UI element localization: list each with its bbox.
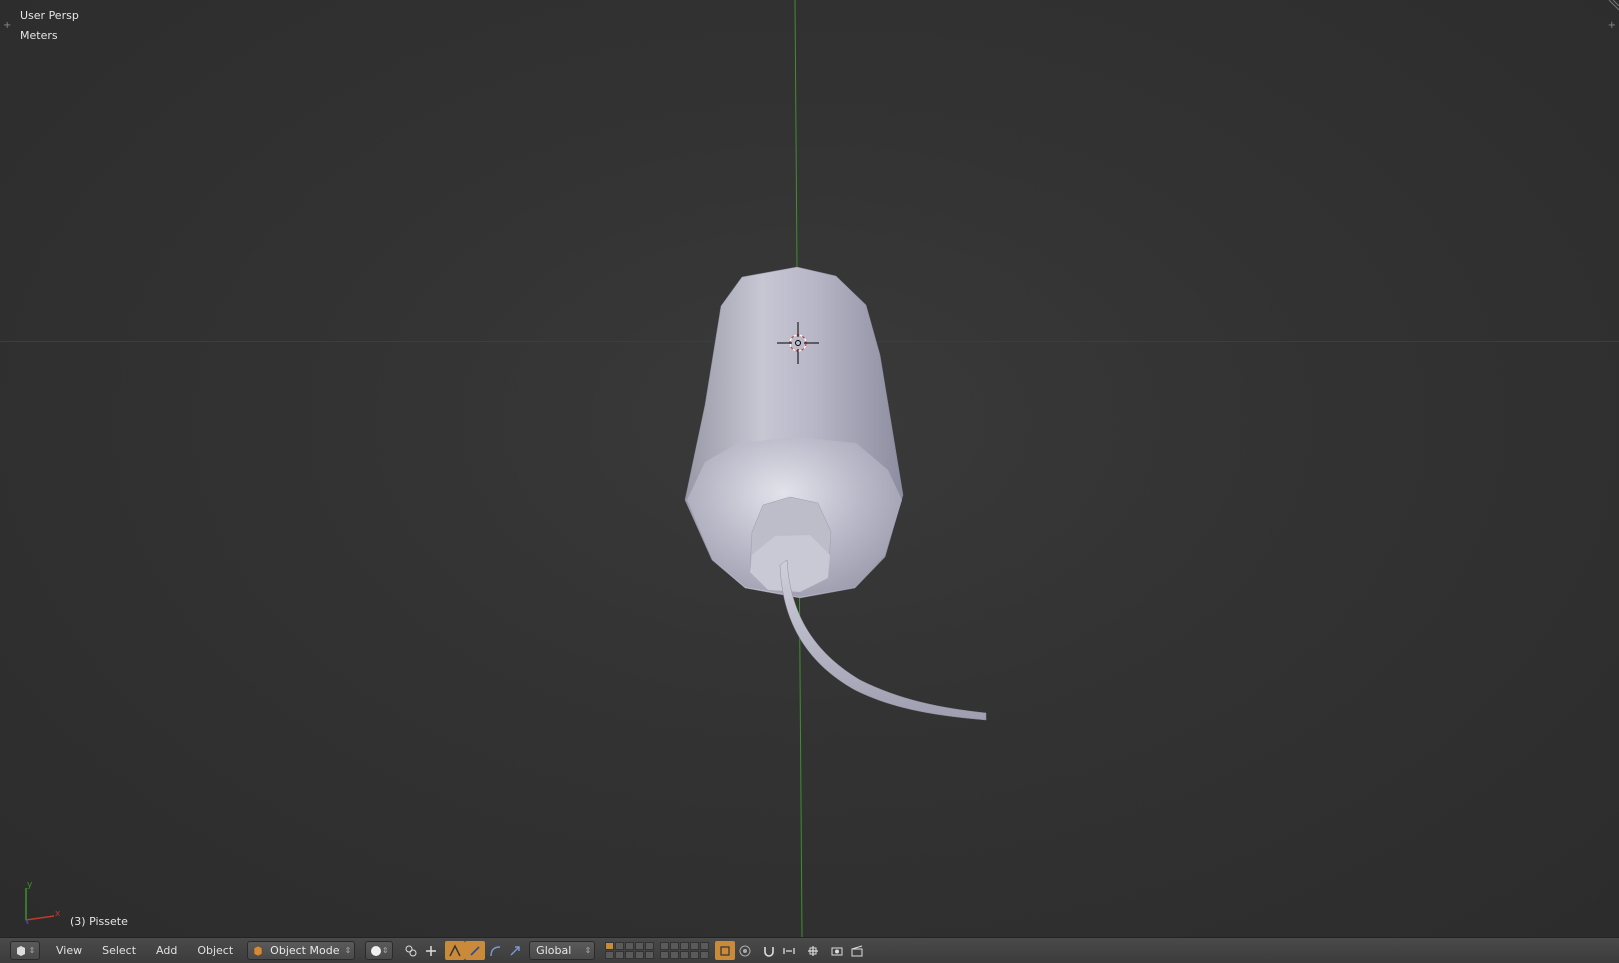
viewport-header: ⇕ View Select Add Object Object Mode ⇕ ⇕… — [0, 937, 1619, 963]
3d-viewport[interactable]: User Persp Meters (3) Pissete + + y x — [0, 0, 1619, 937]
cube-icon — [253, 945, 263, 956]
3d-cursor-icon[interactable] — [777, 322, 819, 364]
scale-tool-button[interactable] — [505, 941, 525, 960]
view-name: User Persp — [20, 9, 79, 22]
scale-icon — [490, 945, 501, 956]
units-label: Meters — [20, 29, 58, 42]
mesh-object[interactable] — [0, 0, 1619, 937]
rotate-icon — [470, 945, 480, 956]
snap-element-select[interactable] — [779, 941, 799, 960]
gizmo-y-label: y — [27, 880, 33, 890]
menu-object[interactable]: Object — [187, 944, 243, 957]
shading-select[interactable]: ⇕ — [365, 941, 394, 960]
translate-icon — [449, 943, 461, 956]
area-corner-icon[interactable] — [1605, 0, 1619, 14]
mode-select[interactable]: Object Mode ⇕ — [247, 941, 356, 960]
mode-label: Object Mode — [270, 944, 340, 957]
layers-grid-left[interactable] — [605, 942, 655, 959]
render-button[interactable] — [827, 941, 847, 960]
axis-gizmo-icon: y x — [25, 880, 61, 925]
snap-target-button[interactable] — [803, 941, 823, 960]
object-info: (3) Pissete — [70, 915, 128, 928]
scale-button[interactable] — [485, 941, 505, 960]
snap-toggle[interactable] — [759, 941, 779, 960]
layers-grid-right[interactable] — [660, 942, 710, 959]
arrow-icon — [510, 945, 520, 955]
manipulator-icon — [426, 945, 437, 956]
menu-view[interactable]: View — [46, 944, 92, 957]
manipulator-toggle[interactable] — [421, 941, 441, 960]
pivot-icon — [405, 945, 417, 956]
proportional-edit-button[interactable] — [735, 941, 755, 960]
editor-type-button[interactable]: ⇕ — [10, 941, 40, 960]
lock-camera-icon — [720, 945, 730, 956]
orientation-label: Global — [536, 944, 572, 957]
rotate-button[interactable] — [465, 941, 486, 960]
region-expand-icon[interactable]: + — [3, 20, 11, 31]
snap-target-icon — [808, 945, 819, 956]
region-expand-icon[interactable]: + — [1608, 20, 1616, 31]
clapperboard-icon — [851, 945, 863, 956]
render-animation-button[interactable] — [847, 941, 867, 960]
solid-shading-icon — [370, 945, 381, 956]
menu-add[interactable]: Add — [146, 944, 187, 957]
render-icon — [831, 947, 843, 955]
menu-select[interactable]: Select — [92, 944, 146, 957]
proportional-edit-icon — [739, 945, 751, 956]
translate-button[interactable] — [445, 941, 466, 960]
snap-increment-icon — [783, 947, 795, 954]
magnet-icon — [764, 946, 774, 957]
orientation-select[interactable]: Global ⇕ — [529, 941, 596, 960]
lock-camera-button[interactable] — [715, 941, 736, 960]
pivot-button[interactable] — [401, 941, 421, 960]
gizmo-x-label: x — [55, 909, 61, 919]
view3d-icon — [16, 945, 25, 956]
